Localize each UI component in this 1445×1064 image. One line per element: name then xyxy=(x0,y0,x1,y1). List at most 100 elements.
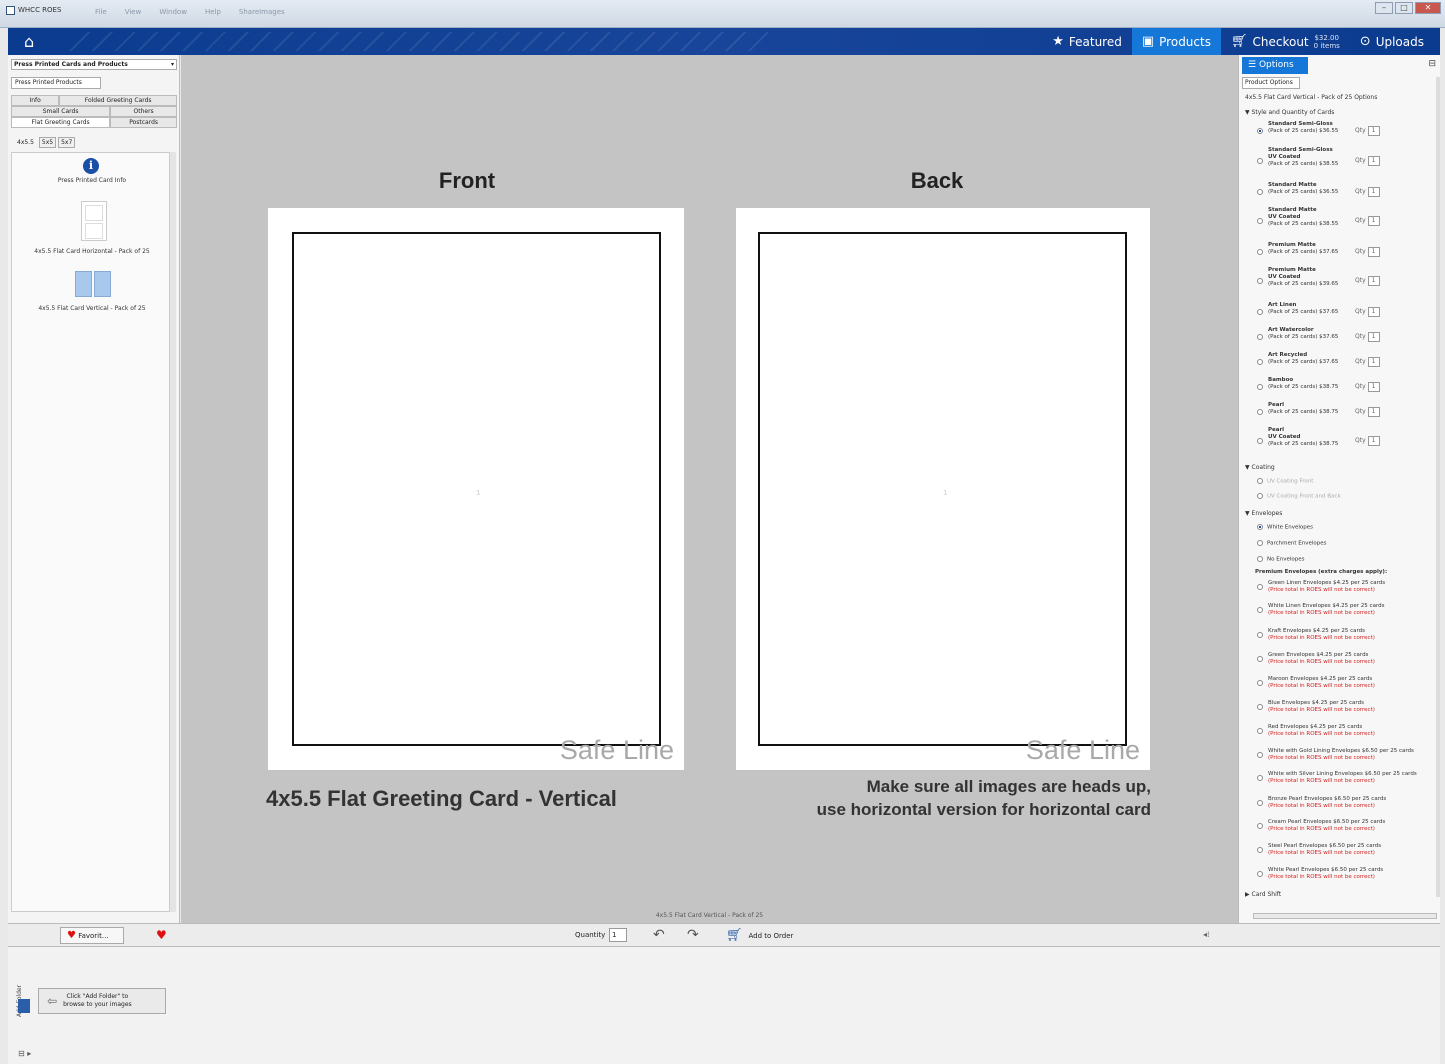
tab-flat-greeting-cards[interactable]: Flat Greeting Cards xyxy=(11,117,111,128)
tab-postcards[interactable]: Postcards xyxy=(110,117,177,128)
tab-product-options[interactable]: Product Options xyxy=(1242,77,1300,89)
add-favorite-icon[interactable]: ♥ xyxy=(156,928,167,942)
style-option[interactable]: Bamboo (Pack of 25 cards) $38.75 Qty 1 xyxy=(1257,377,1437,397)
product-list-scrollbar[interactable] xyxy=(169,152,176,912)
radio[interactable] xyxy=(1257,334,1263,340)
radio[interactable] xyxy=(1257,189,1263,195)
radio[interactable] xyxy=(1257,656,1263,662)
tab-small-cards[interactable]: Small Cards xyxy=(11,106,111,117)
info-icon[interactable]: i xyxy=(83,158,99,174)
qty-input[interactable]: Qty 1 xyxy=(1355,357,1380,368)
qty-input[interactable]: Qty 1 xyxy=(1355,156,1380,167)
radio[interactable] xyxy=(1257,704,1263,710)
radio[interactable] xyxy=(1257,478,1263,484)
tab-others[interactable]: Others xyxy=(110,106,177,117)
radio-selected[interactable] xyxy=(1257,524,1263,530)
style-option[interactable]: Standard Semi-Gloss UV Coated (Pack of 25 … xyxy=(1257,147,1437,175)
radio[interactable] xyxy=(1257,728,1263,734)
tab-options[interactable]: ☰ Options xyxy=(1242,57,1308,74)
style-option[interactable]: Art Linen (Pack of 25 cards) $37.65 Qty 1 xyxy=(1257,302,1437,322)
collapse-panel-icon[interactable]: ⊟ xyxy=(1428,59,1436,69)
radio[interactable] xyxy=(1257,680,1263,686)
menu-window[interactable]: Window xyxy=(159,8,187,16)
qty-input[interactable]: Qty 1 xyxy=(1355,407,1380,418)
nav-featured[interactable]: ★ Featured xyxy=(1042,28,1132,55)
options-vertical-scrollbar[interactable] xyxy=(1436,77,1440,897)
card-front[interactable]: 1 Safe Line xyxy=(268,208,684,770)
maximize-button[interactable]: □ xyxy=(1395,2,1413,14)
radio[interactable] xyxy=(1257,309,1263,315)
browser-collapse-icon[interactable]: ⊟ ▸ xyxy=(18,1049,31,1058)
style-option[interactable]: Art Watercolor (Pack of 25 cards) $37.65 … xyxy=(1257,327,1437,347)
close-button[interactable]: ✕ xyxy=(1415,2,1441,14)
radio[interactable] xyxy=(1257,218,1263,224)
quantity-input[interactable]: 1 xyxy=(609,928,627,942)
section-envelopes[interactable]: ▼ Envelopes xyxy=(1245,510,1282,517)
style-option[interactable]: Standard Semi-Gloss (Pack of 25 cards) $3… xyxy=(1257,121,1437,141)
envelope-option[interactable]: White Envelopes xyxy=(1257,524,1313,531)
radio[interactable] xyxy=(1257,249,1263,255)
style-option[interactable]: Pearl (Pack of 25 cards) $38.75 Qty 1 xyxy=(1257,402,1437,422)
tab-info[interactable]: Info xyxy=(11,95,60,106)
size-tab-5x7[interactable]: 5x7 xyxy=(58,137,76,148)
style-option[interactable]: Standard Matte UV Coated (Pack of 25 cards… xyxy=(1257,207,1437,235)
menu-help[interactable]: Help xyxy=(205,8,221,16)
tab-press-printed-products[interactable]: Press Printed Products xyxy=(11,77,101,89)
style-option[interactable]: Premium Matte (Pack of 25 cards) $37.65 Q… xyxy=(1257,242,1437,262)
coating-option[interactable]: UV Coating Front and Back xyxy=(1257,493,1341,500)
qty-input[interactable]: Qty 1 xyxy=(1355,187,1380,198)
radio[interactable] xyxy=(1257,847,1263,853)
product-item-horizontal[interactable]: 4x5.5 Flat Card Horizontal - Pack of 25 xyxy=(12,248,172,255)
favorite-button[interactable]: ♥ Favorit... xyxy=(60,927,124,944)
radio[interactable] xyxy=(1257,493,1263,499)
minimize-button[interactable]: – xyxy=(1375,2,1393,14)
nav-products[interactable]: ▣ Products xyxy=(1131,28,1221,55)
radio[interactable] xyxy=(1257,278,1263,284)
product-thumb-vertical[interactable] xyxy=(75,271,111,297)
menu-file[interactable]: File xyxy=(95,8,107,16)
radio[interactable] xyxy=(1257,584,1263,590)
radio[interactable] xyxy=(1257,540,1263,546)
radio[interactable] xyxy=(1257,384,1263,390)
envelope-option[interactable]: No Envelopes xyxy=(1257,556,1304,563)
options-horizontal-scrollbar[interactable] xyxy=(1253,913,1437,919)
product-item-info[interactable]: Press Printed Card Info xyxy=(12,177,172,184)
section-style-quantity[interactable]: ▼ Style and Quantity of Cards xyxy=(1245,109,1334,116)
redo-icon[interactable]: ↷ xyxy=(687,927,699,943)
radio[interactable] xyxy=(1257,752,1263,758)
home-icon[interactable]: ⌂ xyxy=(24,33,44,50)
nav-checkout[interactable]: 🛒︎ Checkout $32.00 0 items xyxy=(1221,28,1350,55)
qty-input[interactable]: Qty 1 xyxy=(1355,126,1380,137)
radio[interactable] xyxy=(1257,800,1263,806)
product-thumb-horizontal[interactable] xyxy=(81,201,107,241)
qty-input[interactable]: Qty 1 xyxy=(1355,436,1380,447)
qty-input[interactable]: Qty 1 xyxy=(1355,382,1380,393)
style-option[interactable]: Pearl UV Coated (Pack of 25 cards) $38.75 … xyxy=(1257,427,1437,455)
product-item-vertical[interactable]: 4x5.5 Flat Card Vertical - Pack of 25 xyxy=(12,305,172,312)
qty-input[interactable]: Qty 1 xyxy=(1355,247,1380,258)
menu-shareimages[interactable]: ShareImages xyxy=(239,8,285,16)
tab-folded-greeting-cards[interactable]: Folded Greeting Cards xyxy=(59,95,177,106)
style-option[interactable]: Premium Matte UV Coated (Pack of 25 cards)… xyxy=(1257,267,1437,295)
qty-input[interactable]: Qty 1 xyxy=(1355,216,1380,227)
add-folder-button[interactable]: ⇦ Click "Add Folder" to browse to your i… xyxy=(38,988,166,1014)
category-dropdown[interactable]: Press Printed Cards and Products ▾ xyxy=(11,59,177,70)
section-card-shift[interactable]: ▶ Card Shift xyxy=(1245,891,1281,898)
qty-input[interactable]: Qty 1 xyxy=(1355,307,1380,318)
radio[interactable] xyxy=(1257,359,1263,365)
radio[interactable] xyxy=(1257,556,1263,562)
radio-selected[interactable] xyxy=(1257,128,1263,134)
coating-option[interactable]: UV Coating Front xyxy=(1257,478,1313,485)
card-back[interactable]: 1 Safe Line xyxy=(736,208,1150,770)
radio[interactable] xyxy=(1257,775,1263,781)
folder-icon[interactable] xyxy=(18,999,30,1013)
section-coating[interactable]: ▼ Coating xyxy=(1245,464,1275,471)
radio[interactable] xyxy=(1257,438,1263,444)
radio[interactable] xyxy=(1257,607,1263,613)
nav-uploads[interactable]: ⊙ Uploads xyxy=(1350,28,1434,55)
menu-view[interactable]: View xyxy=(125,8,142,16)
radio[interactable] xyxy=(1257,158,1263,164)
radio[interactable] xyxy=(1257,823,1263,829)
style-option[interactable]: Standard Matte (Pack of 25 cards) $36.55 … xyxy=(1257,182,1437,202)
radio[interactable] xyxy=(1257,632,1263,638)
